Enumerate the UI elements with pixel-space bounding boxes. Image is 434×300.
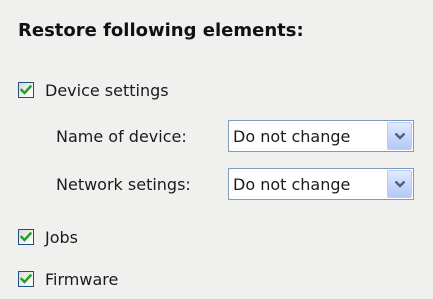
checkmark-icon: [20, 273, 32, 284]
network-settings-dropdown-button[interactable]: [387, 170, 412, 198]
options-panel: Restore following elements: Device setti…: [0, 0, 434, 300]
name-of-device-label: Name of device:: [56, 126, 187, 146]
jobs-label: Jobs: [45, 227, 78, 247]
device-settings-label: Device settings: [45, 80, 169, 100]
network-settings-label: Network setings:: [56, 174, 191, 194]
name-of-device-value: Do not change: [233, 126, 351, 146]
network-settings-value: Do not change: [233, 174, 351, 194]
firmware-label: Firmware: [45, 269, 119, 289]
firmware-checkbox[interactable]: [18, 271, 34, 287]
checkmark-icon: [20, 231, 32, 242]
name-of-device-select[interactable]: Do not change: [228, 120, 414, 152]
chevron-down-icon: [394, 180, 405, 188]
chevron-down-icon: [394, 132, 405, 140]
network-settings-row: Network setings:: [56, 167, 191, 201]
jobs-checkbox-row[interactable]: Jobs: [18, 225, 78, 249]
device-settings-checkbox[interactable]: [18, 82, 34, 98]
section-title: Restore following elements:: [18, 20, 304, 41]
jobs-checkbox[interactable]: [18, 229, 34, 245]
device-settings-checkbox-row[interactable]: Device settings: [18, 78, 169, 102]
checkmark-icon: [20, 84, 32, 95]
network-settings-select[interactable]: Do not change: [228, 168, 414, 200]
name-of-device-dropdown-button[interactable]: [387, 122, 412, 150]
name-of-device-row: Name of device:: [56, 119, 187, 153]
firmware-checkbox-row[interactable]: Firmware: [18, 267, 118, 291]
